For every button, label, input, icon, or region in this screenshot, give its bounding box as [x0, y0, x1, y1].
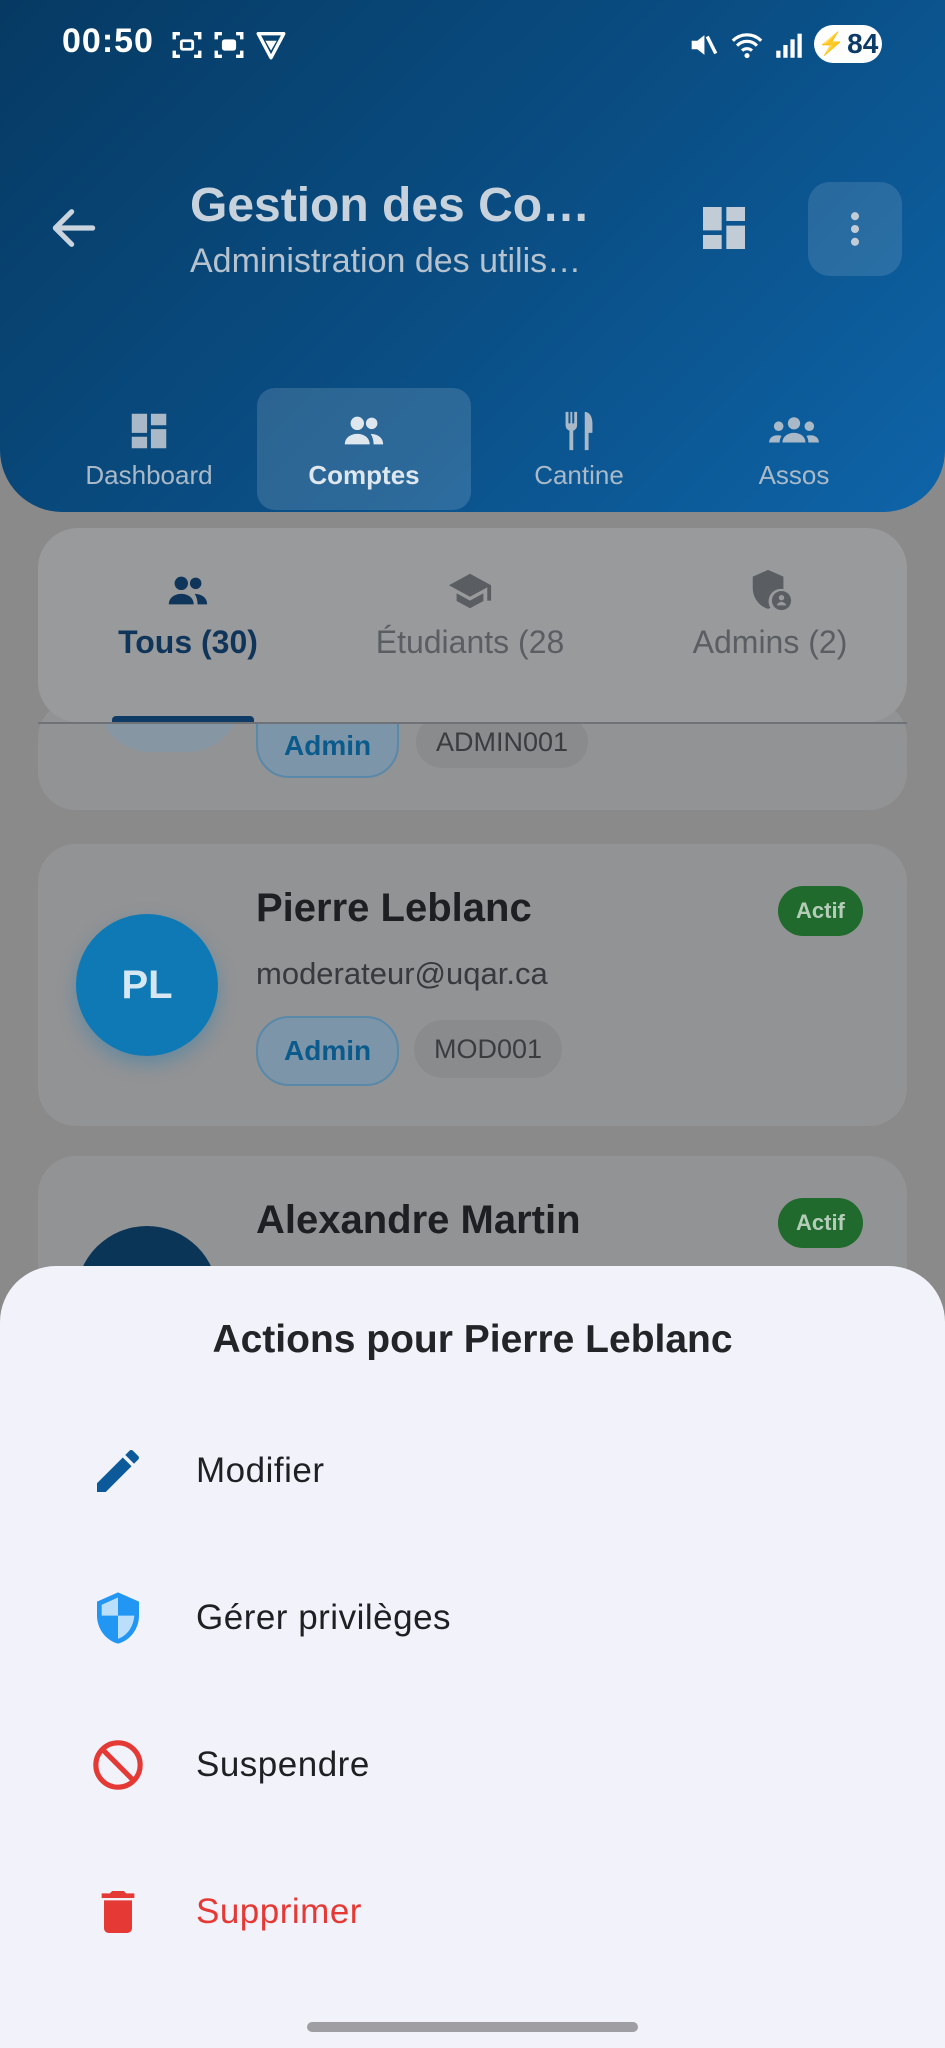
status-badge: Actif [778, 886, 863, 936]
shield-icon [97, 1592, 139, 1644]
sheet-title: Actions pour Pierre Leblanc [212, 1318, 733, 1361]
more-options-button[interactable] [808, 182, 902, 276]
home-indicator[interactable] [307, 2022, 638, 2032]
nav-assos[interactable]: Assos [687, 388, 901, 510]
vpn-icon [256, 31, 286, 60]
screenshot-icon [172, 31, 202, 59]
admin-shield-icon [752, 569, 792, 611]
tab-tous[interactable]: Tous (30) [88, 568, 288, 661]
mute-icon [691, 35, 718, 55]
school-icon [448, 573, 492, 609]
action-modifier[interactable]: Modifier [0, 1405, 945, 1525]
scan-icon [214, 31, 244, 59]
action-label: Gérer privilèges [196, 1598, 452, 1637]
nav-cantine[interactable]: Cantine [472, 388, 686, 510]
nav-dashboard[interactable]: Dashboard [42, 388, 256, 510]
tab-label: Admins (2) [692, 624, 848, 660]
nav-label: Comptes [308, 460, 420, 490]
delete-icon [101, 1891, 135, 1933]
dashboard-icon[interactable] [696, 200, 752, 256]
people-icon [168, 576, 208, 605]
battery-icon: ⚡ 84 [814, 25, 882, 63]
actions-bottom-sheet: Actions pour Pierre Leblanc Modifier Gér… [0, 1266, 945, 2048]
code-chip: MOD001 [414, 1020, 563, 1078]
nav-label: Assos [758, 460, 830, 490]
page-subtitle: Administration des utilis… [190, 242, 582, 280]
user-email: moderateur@uqar.ca [256, 956, 548, 991]
nav-label: Cantine [534, 460, 624, 490]
nav-label: Dashboard [85, 460, 213, 490]
edit-icon [97, 1449, 139, 1492]
action-label: Suspendre [196, 1745, 370, 1784]
action-suspendre[interactable]: Suspendre [0, 1699, 945, 1819]
tab-label: Étudiants (28 [375, 624, 565, 660]
nav-comptes[interactable]: Comptes [257, 388, 471, 510]
status-time: 00:50 [62, 22, 154, 60]
role-chip: Admin [256, 1016, 400, 1086]
status-badge: Actif [778, 1198, 863, 1248]
tab-label: Tous (30) [118, 624, 258, 660]
restaurant-icon [565, 411, 593, 451]
dashboard-icon [131, 413, 167, 449]
arrow-left-icon[interactable] [46, 200, 102, 256]
action-supprimer[interactable]: Supprimer [0, 1846, 945, 1966]
block-icon [93, 1740, 143, 1790]
user-card[interactable]: PL Pierre Leblanc moderateur@uqar.ca Adm… [38, 844, 907, 1126]
people-icon [344, 416, 384, 445]
wifi-icon [731, 33, 763, 59]
tab-admins[interactable]: Admins (2) [670, 568, 870, 661]
user-name: Alexandre Martin [256, 1198, 581, 1242]
groups-icon [769, 417, 819, 443]
action-label: Supprimer [196, 1892, 362, 1931]
signal-icon [776, 33, 802, 58]
page-title: Gestion des Co… [190, 179, 591, 232]
user-name: Pierre Leblanc [256, 886, 532, 930]
action-label: Modifier [196, 1451, 325, 1490]
battery-level: 84 [847, 28, 879, 59]
tab-etudiants[interactable]: Étudiants (28 [360, 568, 580, 661]
tab-divider [38, 722, 907, 724]
more-vertical-icon [850, 212, 860, 246]
avatar: PL [76, 914, 218, 1056]
filter-tabs: Tous (30) Étudiants (28 Admins (2) [38, 528, 907, 722]
action-gerer-privileges[interactable]: Gérer privilèges [0, 1552, 945, 1672]
app-header: 00:50 ⚡ 84 Gestion des Co… Administration… [0, 0, 945, 512]
